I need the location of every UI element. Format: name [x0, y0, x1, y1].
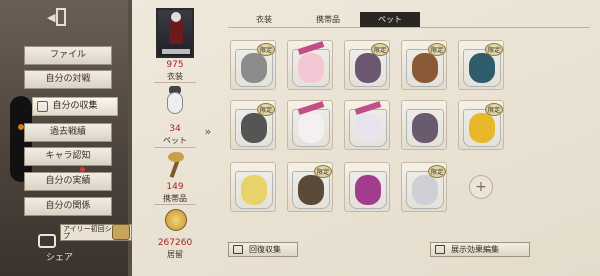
sidebar-item-collection[interactable]: 自分の収集: [32, 97, 118, 116]
limited-badge: 限定: [428, 43, 446, 56]
pet-slot[interactable]: 限定: [230, 100, 276, 150]
exit-door-icon: [56, 8, 66, 26]
divider: [154, 147, 196, 148]
shield-icon: [37, 101, 48, 112]
accessory-thumbnail: [162, 150, 190, 180]
pet-icon: [355, 113, 381, 143]
coin-label: 居留: [167, 250, 183, 259]
add-pet-slot[interactable]: +: [458, 162, 504, 212]
pet-slot[interactable]: [401, 100, 447, 150]
pet-icon: [355, 53, 381, 83]
pet-icon: [298, 53, 324, 83]
card-caption: [162, 49, 190, 54]
pet-slot[interactable]: [230, 162, 276, 212]
share-label[interactable]: シェア: [46, 250, 73, 263]
recover-collection-button[interactable]: 回復収集: [228, 242, 298, 257]
limited-badge: 限定: [485, 43, 503, 56]
pet-icon: [241, 113, 267, 143]
pet-slot[interactable]: [287, 40, 333, 90]
limited-badge: 限定: [257, 43, 275, 56]
pet-icon: [469, 113, 495, 143]
pet-slot[interactable]: [344, 100, 390, 150]
pet-icon: [241, 175, 267, 205]
achievement-alert-dot: [80, 167, 85, 172]
pet-slot[interactable]: 限定: [458, 40, 504, 90]
pet-icon: [298, 113, 324, 143]
plus-icon: +: [469, 175, 493, 199]
pet-slot[interactable]: 限定: [344, 40, 390, 90]
pet-label: ペット: [163, 136, 187, 145]
book-icon: [233, 245, 243, 254]
item-label: 携帯品: [163, 194, 187, 203]
pet-body: [167, 92, 183, 114]
pet-slot[interactable]: 限定: [401, 40, 447, 90]
divider: [154, 204, 196, 205]
tab-accessory[interactable]: 携帯品: [298, 12, 358, 27]
pet-thumbnail: [160, 84, 190, 120]
wand-tip: [168, 152, 184, 162]
tab-pet[interactable]: ペット: [360, 12, 420, 27]
sidebar-item-file[interactable]: ファイル: [24, 46, 112, 65]
pet-slot[interactable]: 限定: [230, 40, 276, 90]
pet-count: 34: [169, 124, 181, 134]
pet-icon: [412, 175, 438, 205]
pet-slot[interactable]: 限定: [287, 162, 333, 212]
limited-badge: 限定: [314, 165, 332, 178]
pet-icon: [412, 53, 438, 83]
sidebar-item-relations[interactable]: 自分の関係: [24, 197, 112, 216]
limited-badge: 限定: [371, 43, 389, 56]
coin-thumbnail: [162, 206, 190, 234]
sidebar-item-achievements[interactable]: 自分の実績: [24, 172, 112, 191]
item-count: 149: [166, 182, 184, 192]
limited-badge: 限定: [257, 103, 275, 116]
limited-badge: 限定: [485, 103, 503, 116]
back-button[interactable]: ◀: [47, 6, 71, 30]
exit-arrow-icon: ◀: [47, 11, 56, 24]
sidebar-item-character[interactable]: キャラ認知: [24, 147, 112, 166]
avatar-card[interactable]: [156, 8, 194, 58]
coin-icon: [165, 209, 187, 231]
pet-icon: [469, 53, 495, 83]
pet-icon: [241, 53, 267, 83]
divider: [154, 82, 196, 83]
limited-badge: 限定: [428, 165, 446, 178]
expand-chevron-icon[interactable]: »: [200, 124, 216, 140]
pet-slot[interactable]: [344, 162, 390, 212]
edit-display-button[interactable]: 展示効果編集: [430, 242, 530, 257]
pet-slot[interactable]: 限定: [401, 162, 447, 212]
gift-icon[interactable]: [112, 224, 130, 240]
sidebar-item-battles[interactable]: 自分の対戦: [24, 70, 112, 89]
costume-label: 衣装: [167, 72, 183, 81]
avatar-head: [171, 12, 181, 22]
pet-slot[interactable]: 限定: [458, 100, 504, 150]
tab-bar: 衣装 携帯品 ペット: [228, 10, 590, 28]
sidebar-item-history[interactable]: 過去戦績: [24, 123, 112, 142]
pet-icon: [412, 113, 438, 143]
tab-costume[interactable]: 衣装: [234, 12, 294, 27]
pet-icon: [355, 175, 381, 205]
coin-count: 267260: [157, 238, 193, 248]
edit-icon: [435, 245, 445, 254]
pet-icon: [298, 175, 324, 205]
share-icon[interactable]: [38, 234, 56, 248]
costume-count: 975: [166, 60, 184, 70]
pet-slot[interactable]: [287, 100, 333, 150]
